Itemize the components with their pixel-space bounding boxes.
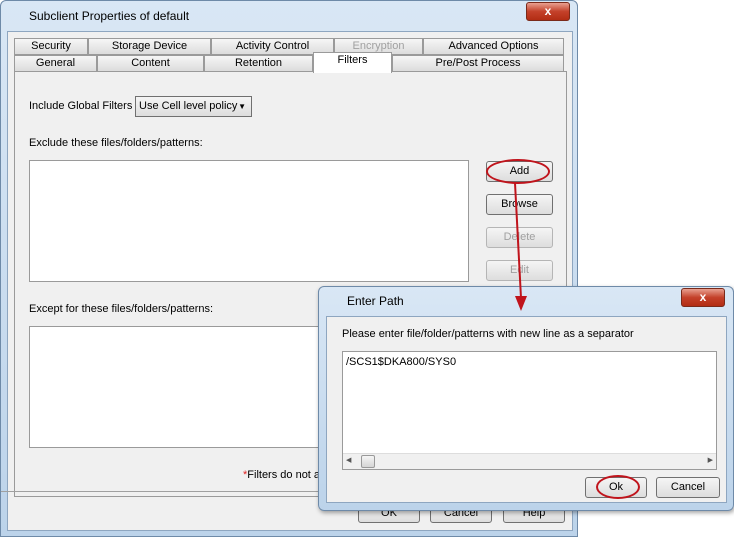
annotation-arrow [514, 182, 527, 311]
arrow-line [514, 182, 522, 299]
arrow-head-icon [515, 296, 527, 311]
